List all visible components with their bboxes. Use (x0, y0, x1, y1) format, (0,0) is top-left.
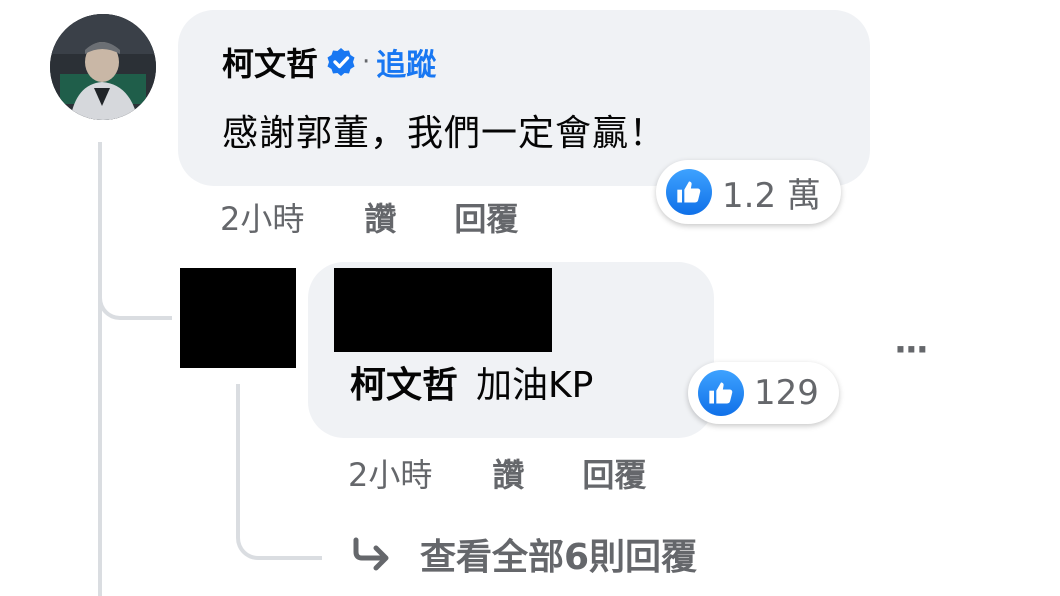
like-thumb-icon (698, 370, 744, 416)
reply-text: 加油KP (476, 365, 594, 406)
reply-avatar-redacted (180, 268, 296, 368)
avatar-photo (50, 14, 156, 120)
verified-badge-icon (326, 47, 356, 77)
comment-text: 感謝郭董，我們一定會贏！ (222, 113, 667, 154)
comment-header: 柯文哲 · 追蹤 (222, 38, 436, 86)
view-all-replies-label[interactable]: 查看全部6則回覆 (420, 528, 697, 580)
reply-reaction-summary[interactable]: 129 (688, 362, 839, 424)
reply-author-redacted (334, 268, 552, 352)
reaction-summary[interactable]: 1.2 萬 (656, 160, 841, 224)
reply-button[interactable]: 回覆 (454, 194, 518, 240)
reply-text-row: 柯文哲 加油KP (350, 356, 593, 408)
comment-actions: 2小時 讚 回覆 (220, 194, 518, 240)
like-thumb-icon (666, 169, 712, 215)
comment-author[interactable]: 柯文哲 (222, 39, 318, 85)
reply-mention[interactable]: 柯文哲 (350, 356, 458, 408)
avatar[interactable] (50, 14, 156, 120)
like-button[interactable]: 讚 (364, 194, 396, 240)
view-all-replies-link[interactable]: 查看全部6則回覆 (350, 528, 697, 580)
reply-reply-button[interactable]: 回覆 (582, 450, 646, 496)
reaction-count: 1.2 萬 (722, 175, 821, 216)
follow-link[interactable]: 追蹤 (376, 40, 436, 84)
thread-line-main (98, 142, 102, 596)
comment-timestamp[interactable]: 2小時 (220, 194, 304, 240)
reply-reaction-count: 129 (754, 373, 819, 413)
reply-timestamp[interactable]: 2小時 (348, 450, 432, 496)
more-options-icon[interactable]: ··· (894, 330, 929, 370)
dot-separator: · (362, 47, 371, 77)
reply-arrow-icon (350, 534, 398, 574)
reply-like-button[interactable]: 讚 (492, 450, 524, 496)
reply-actions: 2小時 讚 回覆 (348, 450, 646, 496)
thread-line-branch (98, 270, 172, 320)
